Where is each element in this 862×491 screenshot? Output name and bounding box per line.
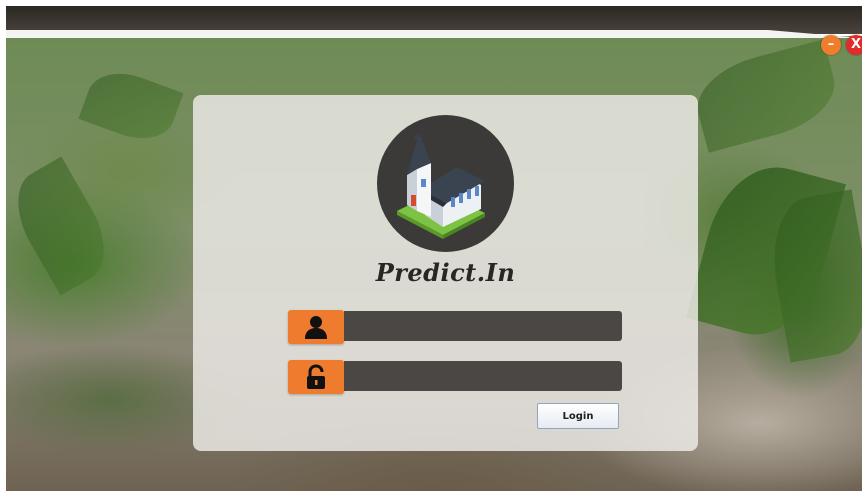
- minimize-button[interactable]: –: [821, 35, 841, 55]
- title-bar: [6, 6, 862, 34]
- username-icon-box: [288, 310, 344, 344]
- title-ribbon: [6, 30, 862, 38]
- close-icon: X: [850, 37, 862, 52]
- leaf-decoration: [688, 39, 844, 153]
- login-button[interactable]: Login: [537, 403, 619, 429]
- username-input[interactable]: [344, 311, 622, 341]
- leaf-decoration: [78, 62, 184, 150]
- user-icon: [305, 316, 327, 339]
- username-row: [288, 310, 622, 344]
- password-input[interactable]: [344, 361, 622, 391]
- password-row: [288, 360, 622, 394]
- brand-name: Predict.In: [375, 258, 516, 287]
- app-logo: [377, 115, 514, 252]
- password-icon-box: [288, 360, 344, 394]
- church-icon: [397, 133, 485, 239]
- leaf-decoration: [6, 156, 122, 296]
- minimize-icon: –: [827, 37, 835, 52]
- login-card: Predict.In Login: [193, 95, 698, 451]
- padlock-icon: [307, 364, 325, 389]
- close-button[interactable]: X: [846, 35, 862, 55]
